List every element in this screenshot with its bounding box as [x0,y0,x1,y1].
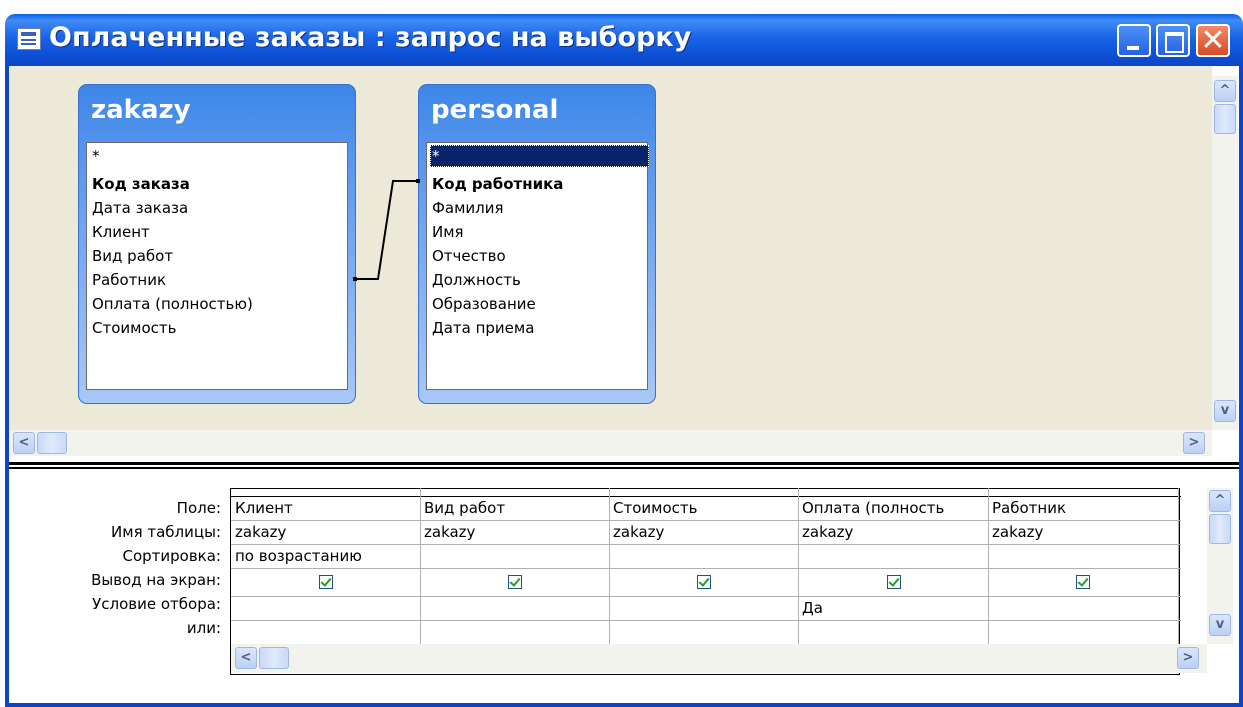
row-label-sort: Сортировка: [122,547,221,565]
field-item[interactable]: Дата заказа [92,199,188,217]
field-item[interactable]: Работник [92,271,166,289]
grid-cell-table[interactable]: zakazy [802,523,853,541]
scroll-right-icon[interactable]: > [1177,647,1199,669]
show-checkbox[interactable] [319,575,333,589]
grid-cell-table[interactable]: zakazy [992,523,1043,541]
maximize-button[interactable] [1156,24,1190,57]
grid-row-divider [231,520,1181,521]
show-checkbox[interactable] [887,575,901,589]
field-list-box: * Код заказа Дата заказа Клиент Вид рабо… [86,142,348,390]
field-item[interactable]: Отчество [432,247,506,265]
field-item[interactable]: Имя [432,223,464,241]
scroll-down-icon[interactable]: v [1209,614,1231,636]
grid-cell-field[interactable]: Оплата (полность [802,499,944,517]
field-list-title: zakazy [91,95,191,125]
field-item[interactable]: * [92,147,100,165]
grid-hscrollbar[interactable]: < > [231,644,1207,673]
field-item-selected[interactable]: * [432,147,440,165]
grid-cell-field[interactable]: Клиент [235,499,293,517]
pane-splitter[interactable] [9,456,1239,474]
scroll-right-icon[interactable]: > [1183,432,1205,454]
field-item[interactable]: Должность [432,271,521,289]
grid-col-divider [1178,488,1179,644]
scroll-thumb[interactable] [1209,514,1231,544]
grid-col-divider [420,488,421,644]
field-item[interactable]: Фамилия [432,199,504,217]
window-border-bottom [5,703,1243,707]
grid-vscrollbar[interactable]: ^ v [1207,488,1233,644]
field-item[interactable]: Оплата (полностью) [92,295,253,313]
grid-cell-field[interactable]: Стоимость [613,499,697,517]
show-checkbox[interactable] [697,575,711,589]
grid-cell-criteria[interactable]: Да [802,599,823,617]
grid-col-divider [798,488,799,644]
grid-row-divider [231,620,1181,621]
grid-cell-table[interactable]: zakazy [613,523,664,541]
row-label-field: Поле: [176,499,221,517]
field-list-title: personal [431,95,559,125]
close-icon: ✕ [1200,23,1226,58]
field-item[interactable]: Вид работ [92,247,173,265]
row-label-or: или: [186,619,221,637]
grid-col-divider [988,488,989,644]
scroll-thumb[interactable] [37,432,67,454]
grid-cell-field[interactable]: Вид работ [424,499,505,517]
scroll-thumb[interactable] [259,647,289,669]
scroll-left-icon[interactable]: < [13,432,35,454]
selected-field-highlight [430,145,649,167]
row-label-table: Имя таблицы: [111,523,221,541]
grid-cell-table[interactable]: zakazy [424,523,475,541]
table-pane-hscrollbar[interactable]: < > [9,430,1212,456]
close-button[interactable]: ✕ [1196,23,1230,58]
show-checkbox[interactable] [1076,575,1090,589]
grid-row-divider [231,544,1181,545]
row-label-show: Вывод на экран: [91,571,221,589]
grid-col-divider [609,488,610,644]
scroll-up-icon[interactable]: ^ [1214,80,1236,102]
window-title: Оплаченные заказы : запрос на выборку [49,22,692,53]
grid-row-divider [231,568,1181,569]
scroll-left-icon[interactable]: < [235,647,257,669]
grid-cell-sort[interactable]: по возрастанию [235,547,362,565]
window-border-right [1239,66,1243,707]
field-list-personal[interactable]: personal * Код работника Фамилия Имя Отч… [418,84,656,404]
grid-selector-row [231,496,1181,497]
show-checkbox[interactable] [508,575,522,589]
field-list-zakazy[interactable]: zakazy * Код заказа Дата заказа Клиент В… [78,84,356,404]
field-item[interactable]: Образование [432,295,536,313]
field-item-key[interactable]: Код заказа [92,175,190,193]
field-list-box: * Код работника Фамилия Имя Отчество Дол… [426,142,649,390]
field-item[interactable]: Стоимость [92,319,176,337]
relationship-line[interactable] [350,170,430,285]
row-label-criteria: Условие отбора: [92,595,221,613]
minimize-button[interactable] [1117,24,1151,57]
field-item[interactable]: Клиент [92,223,150,241]
table-pane-vscrollbar[interactable]: ^ v [1212,76,1238,430]
field-item[interactable]: Дата приема [432,319,534,337]
query-window: Оплаченные заказы : запрос на выборку ✕ … [0,0,1243,707]
grid-cell-field[interactable]: Работник [992,499,1066,517]
title-bar[interactable]: Оплаченные заказы : запрос на выборку ✕ [5,14,1243,66]
grid-row-divider [231,596,1181,597]
query-icon [17,28,41,50]
field-item-key[interactable]: Код работника [432,175,563,193]
scroll-up-icon[interactable]: ^ [1209,490,1231,512]
scroll-down-icon[interactable]: v [1214,400,1236,422]
scroll-thumb[interactable] [1214,104,1236,134]
grid-cell-table[interactable]: zakazy [235,523,286,541]
